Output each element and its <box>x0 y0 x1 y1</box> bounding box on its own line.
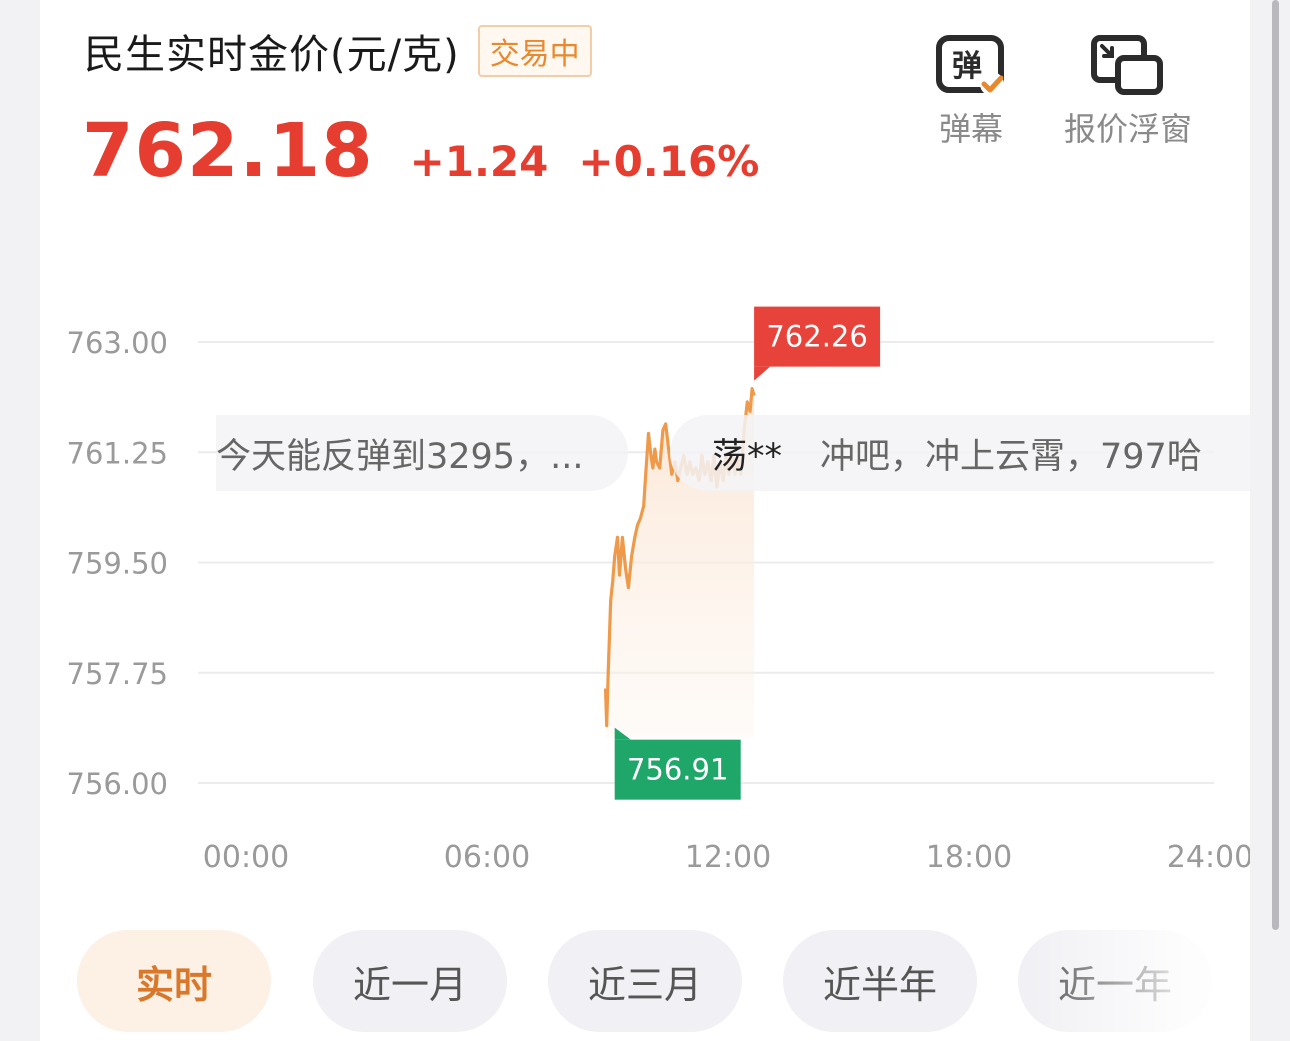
range-tab-6-months[interactable]: 近半年 <box>783 930 977 1032</box>
danmaku-bubble: 荡** 冲吧，冲上云霄，797哈 <box>670 415 1250 491</box>
x-tick-label: 06:00 <box>444 840 530 875</box>
max-price-marker: 762.26 <box>754 306 881 381</box>
x-axis-ticks: 00:00 06:00 12:00 18:00 24:00 <box>203 840 1250 875</box>
y-tick-label: 757.75 <box>67 657 168 691</box>
y-tick-label: 761.25 <box>67 436 168 470</box>
range-tab-realtime[interactable]: 实时 <box>77 930 271 1032</box>
x-tick-label: 24:00 <box>1167 840 1250 875</box>
danmaku-text: 今天能反弹到3295，... <box>216 436 584 477</box>
danmaku-user: 荡** <box>712 436 783 477</box>
page-scrollbar[interactable] <box>1272 0 1279 930</box>
y-tick-label: 759.50 <box>67 547 168 581</box>
x-tick-label: 00:00 <box>203 840 289 875</box>
range-tab-1-year[interactable]: 近一年 <box>1018 930 1212 1032</box>
max-price-pointer <box>754 366 771 381</box>
x-tick-label: 12:00 <box>685 840 771 875</box>
min-price-label: 756.91 <box>627 753 728 787</box>
min-price-marker: 756.91 <box>614 727 741 800</box>
y-tick-label: 756.00 <box>67 767 168 801</box>
max-price-label: 762.26 <box>766 320 867 354</box>
y-tick-label: 763.00 <box>67 326 168 360</box>
gold-price-card: 民生实时金价(元/克) 交易中 762.18 +1.24 +0.16% 弹 弹幕… <box>40 0 1250 1041</box>
range-tab-3-months[interactable]: 近三月 <box>548 930 742 1032</box>
range-tab-1-month[interactable]: 近一月 <box>313 930 507 1032</box>
danmaku-text: 冲吧，冲上云霄，797哈 <box>820 436 1202 477</box>
x-tick-label: 18:00 <box>926 840 1012 875</box>
y-axis-ticks: 763.00 761.25 759.50 757.75 756.00 <box>67 326 168 801</box>
danmaku-bubble: 今天能反弹到3295，... <box>216 415 628 491</box>
